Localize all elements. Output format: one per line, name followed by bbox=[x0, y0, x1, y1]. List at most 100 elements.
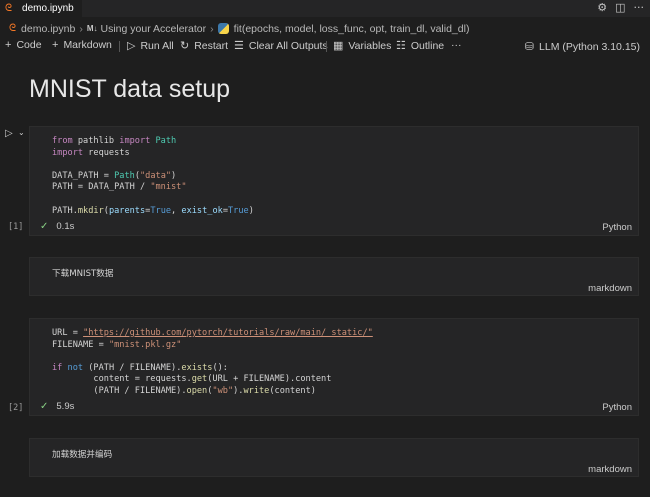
code-token: ) bbox=[248, 205, 254, 216]
markdown-cell-1[interactable]: 下载MNIST数据 markdown bbox=[29, 257, 639, 296]
code-token: requests bbox=[83, 147, 130, 158]
code-token: (PATH / FILENAME). bbox=[83, 362, 182, 373]
code-link[interactable]: "https://github.com/pytorch/tutorials/ra… bbox=[83, 328, 373, 338]
code-token: "mnist" bbox=[150, 182, 187, 193]
code-token: pathlib bbox=[72, 136, 120, 146]
code-token: "data" bbox=[140, 170, 172, 181]
markdown-text: 加载数据并编码 bbox=[52, 450, 113, 460]
breadcrumb: ᘓ demo.ipynb › M↓ Using your Accelerator… bbox=[0, 20, 650, 37]
code-token: Path bbox=[150, 136, 177, 146]
kernel-icon: ⛁ bbox=[524, 41, 535, 53]
more-label: ··· bbox=[451, 39, 462, 51]
outline-label: Outline bbox=[410, 39, 445, 52]
code-token: (): bbox=[212, 362, 228, 373]
code-token: True bbox=[228, 205, 249, 216]
restart-button[interactable]: ↻ Restart bbox=[180, 39, 228, 53]
variables-label: Variables bbox=[348, 39, 392, 52]
code-token: PATH bbox=[52, 182, 73, 193]
jupyter-icon: ᘓ bbox=[9, 23, 17, 34]
code-cell-2[interactable]: URL = "https://github.com/pytorch/tutori… bbox=[29, 318, 639, 416]
editor-actions: ⚙ ◫ ··· bbox=[597, 1, 644, 14]
outline-button[interactable]: ☷ Outline bbox=[396, 39, 445, 53]
cell-language[interactable]: Python bbox=[602, 402, 632, 413]
breadcrumb-file[interactable]: demo.ipynb bbox=[21, 23, 75, 35]
chevron-down-icon[interactable]: ⌄ bbox=[18, 128, 25, 137]
run-cell-icon[interactable]: ▷ bbox=[5, 128, 13, 139]
run-all-button[interactable]: ▷ Run All bbox=[127, 39, 174, 53]
code-token: (URL + FILENAME).content bbox=[207, 374, 332, 385]
tab-demo-ipynb[interactable]: ᘓ demo.ipynb bbox=[0, 0, 82, 17]
code-token: = requests. bbox=[129, 374, 192, 385]
code-token: not bbox=[67, 362, 84, 373]
execution-count: [1] bbox=[8, 222, 24, 232]
check-icon: ✓ bbox=[40, 401, 49, 412]
code-token: = DATA_PATH / bbox=[72, 182, 151, 193]
markdown-cell-2[interactable]: 加载数据并编码 markdown bbox=[29, 438, 639, 477]
add-code-label: Code bbox=[16, 39, 42, 51]
gear-icon[interactable]: ⚙ bbox=[597, 1, 607, 14]
kernel-picker[interactable]: ⛁ LLM (Python 3.10.15) bbox=[524, 40, 640, 54]
code-cell-1[interactable]: from pathlib import Path import requests… bbox=[29, 126, 639, 236]
code-token: mkdir bbox=[77, 205, 104, 216]
code-token: (content) bbox=[269, 385, 316, 396]
code-token: content bbox=[52, 374, 130, 385]
execution-status: ✓ 5.9s bbox=[40, 401, 74, 412]
split-editor-icon[interactable]: ◫ bbox=[615, 1, 625, 14]
code-token: get bbox=[191, 374, 208, 385]
code-token: parents bbox=[108, 205, 146, 216]
breadcrumb-symbol[interactable]: fit(epochs, model, loss_func, opt, train… bbox=[234, 23, 470, 35]
add-markdown-button[interactable]: + Markdown bbox=[52, 39, 112, 51]
clear-all-outputs-label: Clear All Outputs bbox=[248, 39, 328, 52]
toolbar-divider bbox=[326, 41, 327, 52]
chevron-right-icon: › bbox=[79, 22, 83, 35]
add-markdown-label: Markdown bbox=[63, 39, 112, 51]
tab-title: demo.ipynb bbox=[22, 3, 74, 14]
variables-button[interactable]: ▦ Variables bbox=[333, 39, 392, 53]
code-token: ) bbox=[171, 170, 177, 181]
breadcrumb-section[interactable]: Using your Accelerator bbox=[101, 23, 207, 35]
plus-icon: + bbox=[52, 39, 59, 51]
variables-icon: ▦ bbox=[333, 40, 344, 52]
more-actions-icon[interactable]: ··· bbox=[634, 1, 645, 14]
code-token: DATA_PATH bbox=[52, 170, 99, 181]
restart-icon: ↻ bbox=[180, 40, 190, 52]
code-token: "mnist.pkl.gz" bbox=[108, 339, 182, 350]
code-token: ). bbox=[233, 385, 244, 396]
code-editor[interactable]: from pathlib import Path import requests… bbox=[52, 136, 254, 217]
code-token: = bbox=[93, 339, 109, 350]
code-token: import bbox=[119, 136, 151, 146]
markdown-text: 下载MNIST数据 bbox=[52, 269, 114, 279]
more-toolbar-button[interactable]: ··· bbox=[451, 39, 462, 51]
outline-icon: ☷ bbox=[396, 40, 406, 52]
cell-language[interactable]: markdown bbox=[588, 464, 632, 475]
notebook-toolbar: + Code + Markdown ▷ Run All ↻ Restart ☰ … bbox=[0, 37, 650, 56]
execution-status: ✓ 0.1s bbox=[40, 221, 74, 232]
toolbar-divider bbox=[119, 41, 120, 52]
execution-time: 0.1s bbox=[56, 221, 75, 232]
clear-all-icon: ☰ bbox=[234, 40, 244, 52]
check-icon: ✓ bbox=[40, 221, 49, 232]
code-token: , bbox=[171, 205, 182, 216]
code-token: PATH. bbox=[52, 205, 78, 216]
python-icon bbox=[217, 23, 229, 34]
code-token: exist_ok bbox=[181, 205, 223, 216]
jupyter-icon: ᘓ bbox=[5, 3, 13, 14]
code-token: (PATH / FILENAME). bbox=[52, 385, 187, 396]
code-editor[interactable]: URL = "https://github.com/pytorch/tutori… bbox=[52, 328, 373, 398]
cell-language[interactable]: Python bbox=[602, 222, 632, 233]
execution-time: 5.9s bbox=[56, 401, 75, 412]
code-token: if bbox=[52, 362, 63, 373]
code-token: True bbox=[150, 205, 172, 216]
code-token: FILENAME bbox=[52, 339, 94, 350]
clear-all-outputs-button[interactable]: ☰ Clear All Outputs bbox=[234, 39, 328, 53]
code-token: "wb" bbox=[212, 385, 234, 396]
code-token: open bbox=[186, 385, 208, 396]
page-title: MNIST data setup bbox=[29, 75, 231, 103]
code-token: exists bbox=[181, 362, 213, 373]
code-token: write bbox=[243, 385, 270, 396]
markdown-icon: M↓ bbox=[86, 24, 98, 33]
add-code-button[interactable]: + Code bbox=[5, 39, 42, 51]
cell-language[interactable]: markdown bbox=[588, 283, 632, 294]
code-token: URL bbox=[52, 328, 68, 338]
chevron-right-icon: › bbox=[210, 22, 214, 35]
